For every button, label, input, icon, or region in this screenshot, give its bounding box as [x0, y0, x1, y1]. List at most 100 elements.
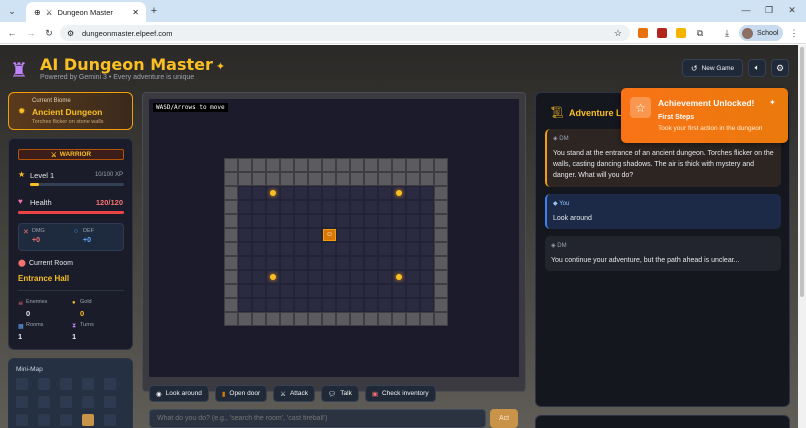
floor-tile — [308, 242, 322, 256]
floor-tile — [266, 298, 280, 312]
check-inventory-button[interactable]: ▣ Check inventory — [364, 385, 436, 402]
floor-tile — [308, 200, 322, 214]
floor-tile — [252, 186, 266, 200]
wall-tile — [322, 312, 336, 326]
wall-tile — [224, 200, 238, 214]
sound-toggle-button[interactable]: 🔈︎ — [748, 59, 766, 77]
floor-tile — [336, 284, 350, 298]
floor-tile — [238, 228, 252, 242]
floor-tile — [364, 256, 378, 270]
extensions-puzzle-icon[interactable]: ⧉ — [694, 27, 706, 39]
xp-value: 10/100 XP — [94, 172, 123, 178]
floor-tile — [364, 214, 378, 228]
scroll-icon: 📜︎ — [550, 107, 564, 119]
minimap-label: Mini-Map — [16, 366, 43, 373]
floor-tile — [378, 284, 392, 298]
star-icon: ★ — [18, 170, 26, 179]
settings-button[interactable]: ⚙ — [771, 59, 789, 77]
new-game-button[interactable]: ↺ New Game — [682, 59, 743, 77]
floor-tile — [294, 214, 308, 228]
browser-tab[interactable]: ⊕ ⚔ Dungeon Master ✕ — [26, 2, 146, 22]
reload-icon[interactable]: ↻ — [43, 27, 55, 39]
extension-box-icon[interactable] — [676, 28, 686, 38]
minimize-icon[interactable]: — — [740, 4, 752, 16]
wall-tile — [294, 312, 308, 326]
profile-chip[interactable]: School — [739, 25, 783, 41]
talk-button[interactable]: 💬︎ Talk — [321, 385, 359, 402]
close-window-icon[interactable]: ✕ — [786, 4, 798, 16]
castle-icon: ♜ — [10, 60, 28, 82]
floor-tile — [294, 200, 308, 214]
rooms-icon: ▦ — [18, 324, 24, 330]
forward-arrow-icon[interactable]: → — [25, 27, 37, 39]
action-label: Check inventory — [381, 390, 429, 397]
def-label: DEF — [83, 228, 94, 234]
metamask-extension-icon[interactable] — [638, 28, 648, 38]
download-icon[interactable]: ⤓ — [721, 27, 733, 39]
crossed-swords-icon: ⚔ — [280, 390, 286, 398]
wall-tile — [294, 172, 308, 186]
wall-tile — [224, 256, 238, 270]
look-around-button[interactable]: ◉ Look around — [149, 385, 209, 402]
floor-tile — [350, 242, 364, 256]
floor-tile — [392, 200, 406, 214]
floor-tile — [266, 200, 280, 214]
floor-tile — [392, 214, 406, 228]
new-tab-plus-icon[interactable]: + — [148, 5, 160, 17]
wall-tile — [434, 200, 448, 214]
floor-tile — [406, 242, 420, 256]
act-button[interactable]: Act — [490, 409, 518, 428]
eye-icon: ◉ — [156, 390, 162, 398]
floor-tile — [350, 186, 364, 200]
floor-tile — [350, 284, 364, 298]
command-input[interactable] — [149, 409, 486, 428]
floor-tile — [420, 200, 434, 214]
wall-tile — [308, 172, 322, 186]
page-scrollbar[interactable] — [798, 45, 806, 428]
biome-name: Ancient Dungeon — [32, 107, 103, 117]
floor-tile — [364, 270, 378, 284]
floor-tile — [350, 270, 364, 284]
restore-icon[interactable]: ❐ — [763, 4, 775, 16]
floor-tile — [378, 228, 392, 242]
floor-tile — [364, 200, 378, 214]
rooms-label: Rooms — [26, 322, 44, 328]
torch-light — [396, 190, 402, 196]
class-badge: ⚔ WARRIOR — [18, 149, 124, 160]
floor-tile — [252, 200, 266, 214]
wall-tile — [406, 312, 420, 326]
back-arrow-icon[interactable]: ← — [6, 27, 18, 39]
floor-tile — [280, 270, 294, 284]
wall-tile — [350, 172, 364, 186]
wall-tile — [294, 158, 308, 172]
wall-tile — [392, 172, 406, 186]
character-stats-panel: ⚔ WARRIOR ★ Level 1 10/100 XP ♥ Health 12… — [8, 138, 133, 350]
minimap-room — [38, 396, 50, 408]
wall-tile — [434, 228, 448, 242]
wall-tile — [224, 270, 238, 284]
url-field[interactable]: ⚙ dungeonmaster.elpeef.com ☆ — [60, 25, 630, 41]
health-label: Health — [30, 198, 52, 207]
achievement-toast[interactable]: ☆ Achievement Unlocked! ✦ First Steps To… — [621, 88, 788, 143]
wall-tile — [224, 242, 238, 256]
minimap-grid — [16, 378, 128, 428]
wall-tile — [280, 158, 294, 172]
wall-tile — [308, 158, 322, 172]
tab-close-icon[interactable]: ✕ — [132, 8, 139, 17]
wall-tile — [266, 312, 280, 326]
floor-tile — [364, 228, 378, 242]
open-door-button[interactable]: ▮ Open door — [214, 385, 268, 402]
site-info-icon[interactable]: ⚙ — [67, 29, 74, 38]
floor-tile — [322, 242, 336, 256]
minimap-panel: Mini-Map — [8, 358, 133, 428]
tab-list-chevron-icon[interactable]: ⌄ — [6, 5, 18, 17]
minimap-room — [16, 396, 28, 408]
browser-menu-icon[interactable]: ⋮ — [789, 27, 799, 39]
floor-tile — [238, 242, 252, 256]
attack-button[interactable]: ⚔ Attack — [273, 385, 315, 402]
game-canvas[interactable]: WASD/Arrows to move ☺ — [149, 99, 519, 377]
floor-tile — [364, 242, 378, 256]
wall-tile — [392, 312, 406, 326]
bookmark-star-icon[interactable]: ☆ — [614, 28, 622, 39]
extension-m-icon[interactable] — [657, 28, 667, 38]
